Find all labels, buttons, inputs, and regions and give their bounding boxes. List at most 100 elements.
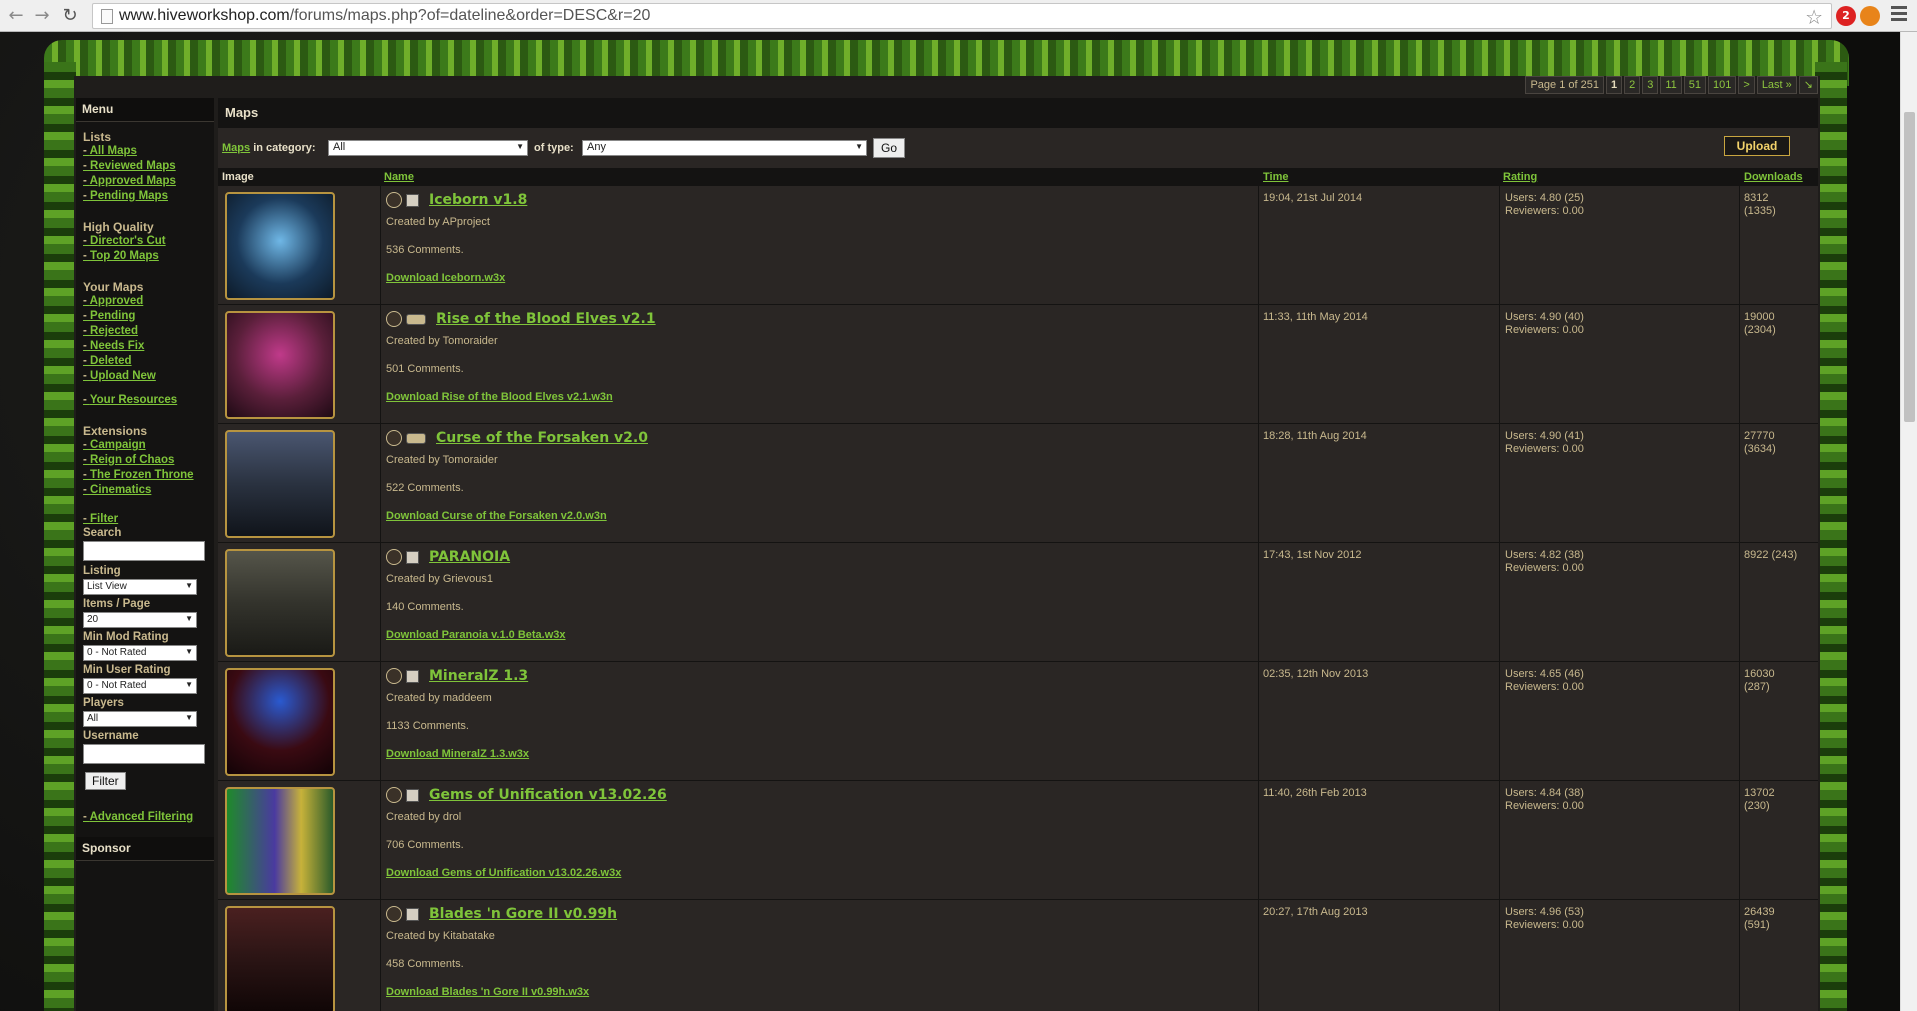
map-title-link[interactable]: Gems of Unification v13.02.26 [429, 787, 667, 803]
map-time: 11:33, 11th May 2014 [1263, 311, 1368, 323]
map-thumbnail[interactable] [225, 549, 335, 657]
url-text[interactable]: www.hiveworkshop.com/forums/maps.php?of=… [119, 7, 650, 25]
maps-link[interactable]: Maps [222, 142, 250, 154]
sidebar-item-directors-cut[interactable]: Director's Cut [83, 234, 207, 249]
page-1[interactable]: 1 [1605, 76, 1623, 94]
map-comments: 458 Comments. [386, 958, 464, 970]
map-comments: 140 Comments. [386, 601, 464, 613]
map-thumbnail[interactable] [225, 787, 335, 895]
sidebar-item-reviewed-maps[interactable]: Reviewed Maps [83, 159, 207, 174]
sidebar-item-approved[interactable]: Approved [83, 294, 207, 309]
page-11[interactable]: 11 [1660, 76, 1682, 94]
map-genre-icon [406, 669, 419, 683]
min-mod-rating-select[interactable]: 0 - Not Rated [83, 645, 197, 661]
table-row: MineralZ 1.3 Created by maddeem 1133 Com… [218, 662, 1818, 781]
sponsor-title: Sponsor [76, 837, 214, 861]
page-2[interactable]: 2 [1624, 76, 1641, 94]
sidebar-item-pending[interactable]: Pending [83, 309, 207, 324]
go-button[interactable]: Go [873, 138, 905, 158]
map-title-link[interactable]: MineralZ 1.3 [429, 668, 528, 684]
page-next[interactable]: > [1738, 76, 1755, 94]
upload-button[interactable]: Upload [1724, 136, 1790, 156]
sidebar-item-cinematics[interactable]: Cinematics [83, 483, 207, 498]
filter-link[interactable]: Filter [83, 512, 207, 527]
map-thumbnail[interactable] [225, 192, 335, 300]
map-download-link[interactable]: Download Gems of Unification v13.02.26.w… [386, 867, 1086, 879]
items-per-page-select[interactable]: 20 [83, 612, 197, 628]
sidebar-item-your-resources[interactable]: Your Resources [83, 393, 207, 408]
map-download-link[interactable]: Download Blades 'n Gore II v0.99h.w3x [386, 986, 1086, 998]
page-101[interactable]: 101 [1708, 76, 1737, 94]
back-icon[interactable]: ← [6, 6, 26, 26]
col-rating[interactable]: Rating [1503, 171, 1537, 183]
map-author: Created by maddeem [386, 692, 492, 704]
address-bar[interactable]: www.hiveworkshop.com/forums/maps.php?of=… [92, 3, 1832, 29]
search-input[interactable] [83, 541, 205, 561]
listing-select[interactable]: List View [83, 579, 197, 595]
forward-icon[interactable]: → [32, 6, 52, 26]
filter-button[interactable]: Filter [85, 772, 126, 790]
sidebar-item-frozen-throne[interactable]: The Frozen Throne [83, 468, 207, 483]
map-download-link[interactable]: Download MineralZ 1.3.w3x [386, 748, 1086, 760]
map-title-link[interactable]: Blades 'n Gore II v0.99h [429, 906, 617, 922]
extension-badge-icon[interactable]: 2 [1836, 6, 1856, 26]
map-thumbnail[interactable] [225, 668, 335, 776]
map-type-icon [386, 430, 402, 446]
table-row: Blades 'n Gore II v0.99h Created by Kita… [218, 900, 1818, 1011]
type-select[interactable]: Any [582, 140, 867, 156]
vine-frame-left [44, 62, 76, 1011]
map-downloads: 8922 (243) [1744, 549, 1798, 561]
category-select[interactable]: All [328, 140, 528, 156]
menu-title: Menu [76, 98, 214, 122]
sidebar-item-reign-of-chaos[interactable]: Reign of Chaos [83, 453, 207, 468]
reload-icon[interactable]: ↻ [60, 6, 80, 26]
page-summary: Page 1 of 251 [1525, 76, 1604, 94]
min-user-rating-select[interactable]: 0 - Not Rated [83, 678, 197, 694]
username-input[interactable] [83, 744, 205, 764]
sidebar-item-rejected[interactable]: Rejected [83, 324, 207, 339]
min-mod-rating-label: Min Mod Rating [83, 631, 169, 643]
map-thumbnail[interactable] [225, 906, 335, 1011]
bookmark-star-icon[interactable]: ☆ [1805, 5, 1823, 29]
sidebar-item-all-maps[interactable]: All Maps [83, 144, 207, 159]
map-title-link[interactable]: Rise of the Blood Elves v2.1 [436, 311, 656, 327]
map-title-link[interactable]: Iceborn v1.8 [429, 192, 527, 208]
col-time[interactable]: Time [1263, 171, 1288, 183]
page-jump-icon[interactable]: ↘ [1798, 76, 1818, 94]
map-thumbnail[interactable] [225, 430, 335, 538]
items-per-page-label: Items / Page [83, 598, 151, 610]
advanced-filtering-link[interactable]: Advanced Filtering [83, 810, 207, 825]
map-thumbnail[interactable] [225, 311, 335, 419]
sidebar-item-needs-fix[interactable]: Needs Fix [83, 339, 207, 354]
map-type-icon [386, 192, 402, 208]
sidebar-item-pending-maps[interactable]: Pending Maps [83, 189, 207, 204]
page-last[interactable]: Last » [1756, 76, 1797, 94]
map-genre-icon [406, 193, 419, 207]
map-download-link[interactable]: Download Paranoia v.1.0 Beta.w3x [386, 629, 1086, 641]
col-downloads[interactable]: Downloads [1744, 171, 1803, 183]
browser-menu-icon[interactable] [1891, 6, 1907, 24]
sidebar-item-approved-maps[interactable]: Approved Maps [83, 174, 207, 189]
map-comments: 706 Comments. [386, 839, 464, 851]
map-title-link[interactable]: PARANOIA [429, 549, 510, 565]
map-download-link[interactable]: Download Iceborn.w3x [386, 272, 1086, 284]
sidebar-item-upload-new[interactable]: Upload New [83, 369, 207, 384]
sidebar-item-deleted[interactable]: Deleted [83, 354, 207, 369]
col-name[interactable]: Name [384, 171, 414, 183]
category-label: Maps in category: [222, 142, 316, 154]
map-rating: Users: 4.82 (38) Reviewers: 0.00 [1505, 549, 1584, 574]
sidebar-item-campaign[interactable]: Campaign [83, 438, 207, 453]
players-select[interactable]: All [83, 711, 197, 727]
map-download-link[interactable]: Download Curse of the Forsaken v2.0.w3n [386, 510, 1086, 522]
map-type-icon [386, 549, 402, 565]
scrollbar-thumb[interactable] [1904, 112, 1915, 422]
extension-fire-icon[interactable] [1860, 6, 1880, 26]
map-title-link[interactable]: Curse of the Forsaken v2.0 [436, 430, 648, 446]
map-rating: Users: 4.96 (53) Reviewers: 0.00 [1505, 906, 1584, 931]
map-type-icon [386, 787, 402, 803]
page-3[interactable]: 3 [1642, 76, 1659, 94]
page-scrollbar[interactable] [1900, 32, 1917, 1011]
sidebar-item-top-20[interactable]: Top 20 Maps [83, 249, 207, 264]
page-51[interactable]: 51 [1683, 76, 1707, 94]
map-download-link[interactable]: Download Rise of the Blood Elves v2.1.w3… [386, 391, 1086, 403]
